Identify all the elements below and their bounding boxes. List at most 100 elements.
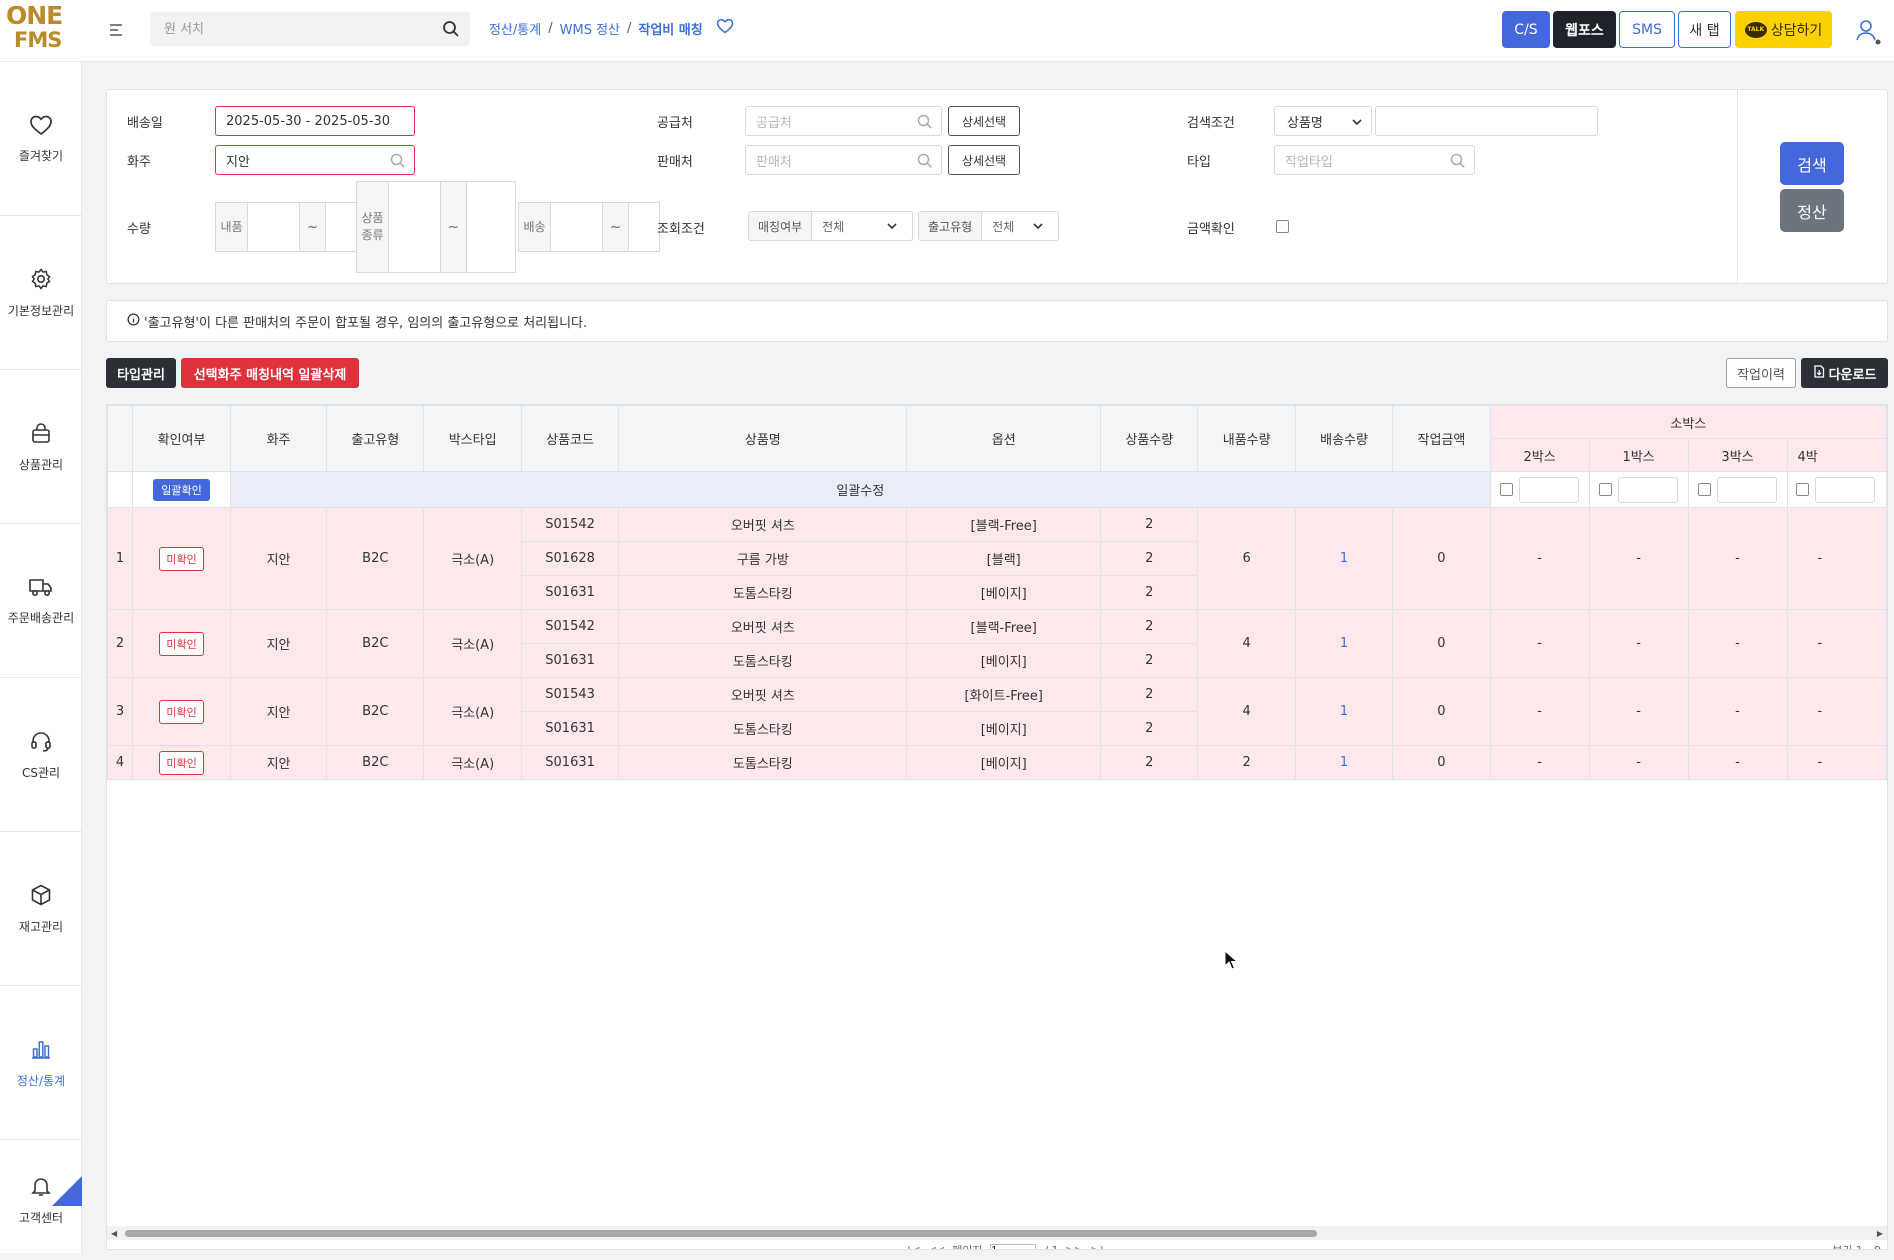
box-count-cell[interactable]: - <box>1786 677 1887 746</box>
box-sub-header[interactable]: 1박스 <box>1588 438 1689 472</box>
ship-qty-link[interactable]: 1 <box>1340 551 1348 566</box>
box-count-cell[interactable]: - <box>1786 507 1887 610</box>
search-keyword-input[interactable] <box>1375 106 1598 136</box>
seller-input[interactable]: 판매처 <box>745 145 942 175</box>
webpos-button[interactable]: 웹포스 <box>1553 11 1616 48</box>
search-icon[interactable] <box>390 153 406 173</box>
supplier-detail-select-button[interactable]: 상세선택 <box>948 106 1020 136</box>
box-count-input[interactable] <box>1519 476 1580 503</box>
box-count-cell[interactable]: - <box>1489 507 1590 610</box>
table-row[interactable]: 3 미확인 지안 B2C 극소(A) S01543 오버핏 셔츠 [화이트-Free] 2 4 1 0… <box>107 677 1887 746</box>
next-page-button[interactable]: ▷▷ <box>1067 1244 1084 1250</box>
search-condition-select[interactable]: 상품명 <box>1274 106 1372 136</box>
sidebar-item-cs[interactable]: CS관리 <box>0 678 82 832</box>
search-icon[interactable] <box>917 153 933 173</box>
ship-qty-link[interactable]: 1 <box>1340 636 1348 651</box>
bulk-confirm-button[interactable]: 일괄확인 <box>153 478 210 501</box>
table-row[interactable]: 2 미확인 지안 B2C 극소(A) S01542 오버핏 셔츠 [블랙-Free] 2 4 1 0-… <box>107 609 1887 678</box>
box-count-cell[interactable]: - <box>1588 745 1689 780</box>
sidebar-item-settlement-stats[interactable]: 정산/통계 <box>0 986 82 1140</box>
supplier-input[interactable]: 공급처 <box>745 106 942 136</box>
breadcrumb-level1[interactable]: 정산/통계 <box>489 19 541 38</box>
sidebar-item-products[interactable]: 상품관리 <box>0 370 82 524</box>
sidebar-item-basic-info[interactable]: 기본정보관리 <box>0 216 82 370</box>
cs-button[interactable]: C/S <box>1502 11 1550 48</box>
sidebar-item-favorites[interactable]: 즐겨찾기 <box>0 62 82 216</box>
box-count-input[interactable] <box>1618 476 1679 503</box>
box-count-cell[interactable]: - <box>1588 507 1689 610</box>
box-checkbox[interactable] <box>1500 483 1514 496</box>
box-count-cell[interactable]: - <box>1489 609 1590 678</box>
ship-qty-link[interactable]: 1 <box>1340 704 1348 719</box>
unconfirmed-badge[interactable]: 미확인 <box>159 750 204 775</box>
hamburger-menu-icon[interactable] <box>104 18 128 42</box>
column-header[interactable]: 옵션 <box>906 405 1102 472</box>
owner-input[interactable]: 지안 <box>215 145 415 175</box>
out-type-select[interactable]: 출고유형 전체 <box>918 211 1059 241</box>
box-count-cell[interactable]: - <box>1687 677 1788 746</box>
box-count-cell[interactable]: - <box>1687 507 1788 610</box>
sidebar-item-order-shipping[interactable]: 주문배송관리 <box>0 524 82 678</box>
column-header[interactable]: 작업금액 <box>1392 405 1491 472</box>
table-row[interactable]: 1 미확인 지안 B2C 극소(A) S01542 오버핏 셔츠 [블랙-Free] 2 6 1 0-… <box>107 507 1887 610</box>
amount-check-checkbox[interactable] <box>1276 220 1289 233</box>
download-button[interactable]: 다운로드 <box>1801 358 1888 388</box>
sidebar-item-customer-center[interactable]: 고객센터 <box>0 1140 82 1260</box>
inner-qty-max-input[interactable] <box>326 203 356 251</box>
search-button[interactable]: 검색 <box>1780 142 1844 185</box>
inner-qty-min-input[interactable] <box>248 203 300 251</box>
box-sub-header[interactable]: 3박스 <box>1687 438 1788 472</box>
box-count-cell[interactable]: - <box>1687 745 1788 780</box>
column-header[interactable]: 상품코드 <box>520 405 620 472</box>
work-type-input[interactable]: 작업타입 <box>1274 145 1475 175</box>
box-count-input[interactable] <box>1814 476 1875 503</box>
first-page-button[interactable]: |◁ <box>907 1244 919 1250</box>
horizontal-scrollbar[interactable]: ◀ ▶ <box>107 1226 1887 1240</box>
settle-button[interactable]: 정산 <box>1780 189 1844 232</box>
work-history-button[interactable]: 작업이력 <box>1726 358 1796 388</box>
scrollbar-thumb[interactable] <box>125 1230 1317 1237</box>
unconfirmed-badge[interactable]: 미확인 <box>159 546 204 571</box>
type-manage-button[interactable]: 타입관리 <box>106 358 176 388</box>
column-header[interactable]: 상품명 <box>618 405 908 472</box>
box-count-cell[interactable]: - <box>1588 677 1689 746</box>
search-icon[interactable] <box>442 20 460 42</box>
breadcrumb-level2[interactable]: WMS 정산 <box>560 19 620 38</box>
column-header[interactable]: 화주 <box>229 405 328 472</box>
seller-detail-select-button[interactable]: 상세선택 <box>948 145 1020 175</box>
page-number-input[interactable] <box>990 1244 1037 1249</box>
unconfirmed-badge[interactable]: 미확인 <box>159 699 204 724</box>
box-sub-header[interactable]: 4박 <box>1786 438 1887 472</box>
column-header[interactable]: 박스타입 <box>423 405 522 472</box>
ship-qty-max-input[interactable] <box>629 203 659 251</box>
global-search-input[interactable] <box>150 12 420 46</box>
box-checkbox[interactable] <box>1599 483 1613 496</box>
box-count-cell[interactable]: - <box>1687 609 1788 678</box>
bulk-delete-button[interactable]: 선택화주 매칭내역 일괄삭제 <box>181 358 359 388</box>
box-sub-header[interactable]: 2박스 <box>1489 438 1590 472</box>
column-header[interactable]: 상품수량 <box>1100 405 1199 472</box>
app-logo[interactable]: ONE FMS <box>6 3 68 56</box>
sidebar-item-inventory[interactable]: 재고관리 <box>0 832 82 986</box>
box-count-cell[interactable]: - <box>1786 609 1887 678</box>
column-header[interactable]: 배송수량 <box>1294 405 1394 472</box>
box-count-cell[interactable]: - <box>1489 745 1590 780</box>
column-header[interactable]: 내품수량 <box>1197 405 1296 472</box>
box-count-cell[interactable]: - <box>1786 745 1887 780</box>
table-row[interactable]: 4 미확인 지안 B2C 극소(A) S01631 도톰스타킹 [베이지] 2 2 1 0- - - - <box>107 745 1887 780</box>
last-page-button[interactable]: ▷| <box>1092 1244 1104 1250</box>
box-count-input[interactable] <box>1717 476 1778 503</box>
prev-page-button[interactable]: ◁◁ <box>927 1244 944 1250</box>
box-count-cell[interactable]: - <box>1588 609 1689 678</box>
column-header[interactable]: 출고유형 <box>326 405 425 472</box>
search-icon[interactable] <box>1450 153 1466 173</box>
scroll-left-arrow-icon[interactable]: ◀ <box>111 1229 117 1238</box>
box-count-cell[interactable]: - <box>1489 677 1590 746</box>
match-status-select[interactable]: 매칭여부 전체 <box>748 211 913 241</box>
ship-qty-min-input[interactable] <box>551 203 603 251</box>
favorite-heart-icon[interactable] <box>716 18 734 38</box>
unconfirmed-badge[interactable]: 미확인 <box>159 631 204 656</box>
new-tab-button[interactable]: 새 탭 <box>1678 11 1731 48</box>
box-checkbox[interactable] <box>1795 483 1809 496</box>
kakao-consult-button[interactable]: TALK 상담하기 <box>1735 11 1832 48</box>
